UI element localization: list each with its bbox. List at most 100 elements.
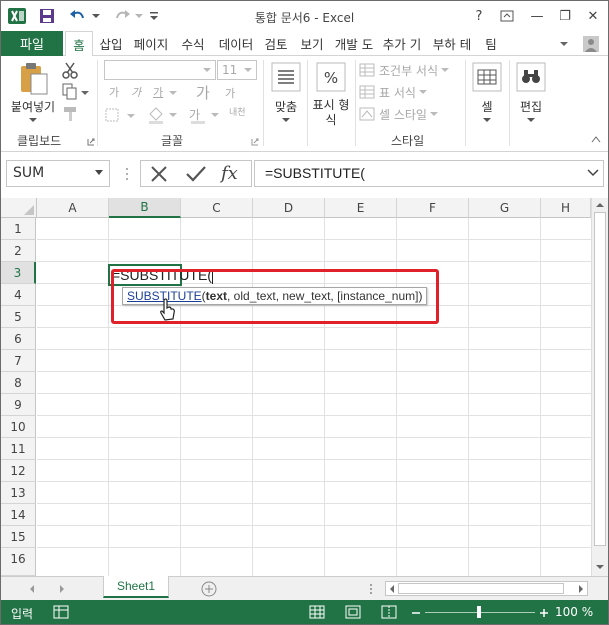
tab-load-test[interactable]: 부하 테 xyxy=(427,31,477,56)
select-all-corner[interactable] xyxy=(1,198,37,218)
scroll-up-icon[interactable] xyxy=(596,202,604,208)
row-header-4[interactable]: 4 xyxy=(1,284,36,306)
scroll-down-icon[interactable] xyxy=(596,564,604,570)
insert-function-icon[interactable]: fx xyxy=(221,163,247,185)
vertical-scrollbar[interactable] xyxy=(591,198,608,576)
bold-button[interactable]: 가 xyxy=(109,84,119,100)
row-header-15[interactable]: 15 xyxy=(1,526,36,548)
font-launcher-icon[interactable] xyxy=(251,135,259,149)
row-header-11[interactable]: 11 xyxy=(1,438,36,460)
font-name-dropdown[interactable] xyxy=(104,60,216,80)
column-header-b[interactable]: B xyxy=(109,198,181,218)
name-box-dropdown-icon[interactable] xyxy=(95,170,103,175)
scroll-left-icon[interactable] xyxy=(389,585,395,593)
ribbon-display-options-button[interactable] xyxy=(495,5,519,27)
border-icon[interactable] xyxy=(105,108,139,124)
account-dropdown-icon[interactable] xyxy=(557,31,571,56)
cut-icon[interactable] xyxy=(61,61,83,79)
cell-styles-button[interactable]: 셀 스타일 xyxy=(359,105,459,123)
row-header-16[interactable]: 16 xyxy=(1,548,36,576)
tab-page-layout[interactable]: 페이지 xyxy=(129,31,173,56)
new-sheet-icon[interactable] xyxy=(201,581,217,600)
row-header-10[interactable]: 10 xyxy=(1,416,36,438)
enter-check-icon[interactable] xyxy=(185,165,207,183)
tab-team[interactable]: 팀 xyxy=(479,31,503,56)
format-as-table-button[interactable]: 표 서식 xyxy=(359,83,459,101)
fill-color-icon[interactable] xyxy=(147,106,181,124)
minimize-button[interactable]: — xyxy=(525,5,549,27)
name-box[interactable]: SUM xyxy=(6,160,110,187)
column-header-a[interactable]: A xyxy=(37,198,109,218)
scroll-right-icon[interactable] xyxy=(578,585,584,593)
horizontal-scrollbar[interactable] xyxy=(385,581,588,596)
worksheet-grid[interactable]: A B C D E F G H 1 2 3 4 5 6 7 8 9 10 11 … xyxy=(1,198,591,576)
row-header-13[interactable]: 13 xyxy=(1,482,36,504)
tab-file[interactable]: 파일 xyxy=(1,31,63,56)
row-header-3[interactable]: 3 xyxy=(1,262,36,284)
vertical-scroll-thumb[interactable] xyxy=(594,212,606,546)
column-header-g[interactable]: G xyxy=(469,198,541,218)
clipboard-launcher-icon[interactable] xyxy=(87,135,95,149)
row-header-9[interactable]: 9 xyxy=(1,394,36,416)
grow-font-button[interactable]: 가 xyxy=(196,82,210,103)
tab-add-ins[interactable]: 추가 기 xyxy=(379,31,425,56)
row-header-7[interactable]: 7 xyxy=(1,350,36,372)
tab-formulas[interactable]: 수식 xyxy=(175,31,211,56)
clipboard-group-label: 클립보드 xyxy=(17,134,62,148)
alignment-button[interactable]: 맞춤 xyxy=(267,62,305,123)
restore-button[interactable]: ❐ xyxy=(553,5,577,27)
normal-view-icon[interactable] xyxy=(309,605,325,622)
copy-icon[interactable] xyxy=(61,83,93,101)
row-header-1[interactable]: 1 xyxy=(1,218,36,240)
phonetic-guide-button[interactable]: 내천 xyxy=(229,105,246,118)
cells-button[interactable]: 셀 xyxy=(467,62,507,123)
account-icon[interactable] xyxy=(579,31,603,56)
macro-record-icon[interactable] xyxy=(53,605,69,622)
column-header-f[interactable]: F xyxy=(397,198,469,218)
paste-button[interactable]: 붙여넣기 xyxy=(9,62,57,123)
zoom-slider-thumb[interactable] xyxy=(477,606,481,618)
sheet-next-icon[interactable] xyxy=(59,585,65,593)
horizontal-scroll-thumb[interactable] xyxy=(398,583,564,594)
zoom-out-icon[interactable] xyxy=(411,607,421,621)
tab-data[interactable]: 데이터 xyxy=(213,31,259,56)
tab-view[interactable]: 보기 xyxy=(295,31,329,56)
split-handle-icon[interactable] xyxy=(369,583,373,598)
font-color-icon[interactable]: 가 xyxy=(189,106,223,124)
page-layout-view-icon[interactable] xyxy=(345,605,361,622)
row-header-6[interactable]: 6 xyxy=(1,328,36,350)
cancel-icon[interactable] xyxy=(149,165,171,183)
editing-button[interactable]: 편집 xyxy=(511,62,551,123)
zoom-level[interactable]: 100 % xyxy=(555,605,593,619)
font-size-dropdown[interactable]: 11 xyxy=(217,60,257,80)
conditional-formatting-button[interactable]: 조건부 서식 xyxy=(359,61,459,79)
row-header-2[interactable]: 2 xyxy=(1,240,36,262)
column-header-h[interactable]: H xyxy=(541,198,591,218)
sheet-tab-sheet1[interactable]: Sheet1 xyxy=(103,576,169,598)
underline-dropdown-icon[interactable] xyxy=(169,90,177,96)
help-button[interactable]: ? xyxy=(467,5,491,27)
page-break-view-icon[interactable] xyxy=(381,605,397,622)
column-header-c[interactable]: C xyxy=(181,198,253,218)
column-header-d[interactable]: D xyxy=(253,198,325,218)
format-painter-icon[interactable] xyxy=(61,105,83,123)
zoom-in-icon[interactable] xyxy=(539,607,549,621)
formula-input[interactable]: =SUBSTITUTE( xyxy=(254,160,604,187)
underline-button[interactable]: 가 xyxy=(153,84,163,100)
row-header-5[interactable]: 5 xyxy=(1,306,36,328)
tab-review[interactable]: 검토 xyxy=(259,31,293,56)
close-button[interactable]: ✕ xyxy=(581,5,605,27)
tab-home[interactable]: 홈 xyxy=(65,31,93,57)
tab-insert[interactable]: 삽입 xyxy=(95,31,127,56)
column-header-e[interactable]: E xyxy=(325,198,397,218)
row-header-14[interactable]: 14 xyxy=(1,504,36,526)
row-header-12[interactable]: 12 xyxy=(1,460,36,482)
italic-button[interactable]: 가 xyxy=(131,84,141,100)
sheet-prev-icon[interactable] xyxy=(29,585,35,593)
number-format-button[interactable]: % 표시 형식 xyxy=(309,62,353,128)
tab-developer[interactable]: 개발 도 xyxy=(331,31,377,56)
expand-formula-bar-icon[interactable] xyxy=(587,169,599,177)
shrink-font-button[interactable]: 가 xyxy=(225,85,235,101)
collapse-ribbon-icon[interactable] xyxy=(591,132,601,146)
row-header-8[interactable]: 8 xyxy=(1,372,36,394)
